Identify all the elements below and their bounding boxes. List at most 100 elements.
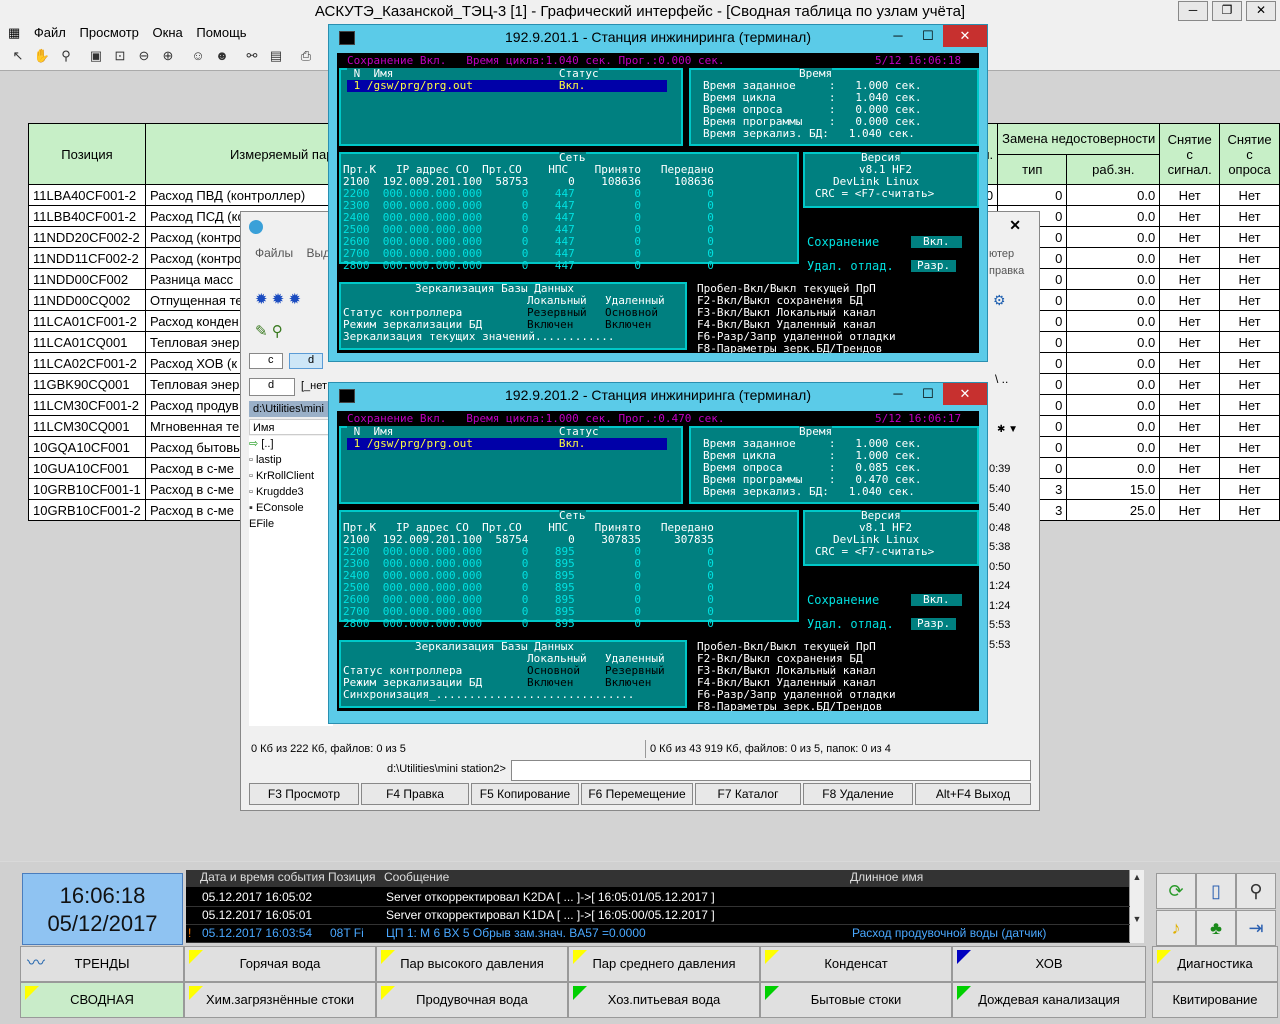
list-item[interactable]: ▪ EConsole (249, 500, 333, 516)
list-item[interactable]: ▫ lastip (249, 452, 333, 468)
calendar-icon[interactable]: ▤ (266, 47, 286, 65)
fm-f6-button[interactable]: F6 Перемещение (581, 783, 693, 805)
logout-icon[interactable]: ⇥ (1236, 910, 1276, 946)
fm-menu-select[interactable]: Выд (306, 246, 330, 260)
zoom-in-icon[interactable]: ⊕ (158, 47, 178, 65)
event-row[interactable]: ! 05.12.2017 16:03:54 08T Fi ЦП 1: M 6 BX 5… (186, 924, 1130, 943)
col-position: Позиция (28, 123, 146, 185)
fm-drive-c[interactable]: c (249, 353, 283, 369)
nav-button[interactable]: ХОВ (952, 946, 1146, 982)
net-row: 2800 000.000.000.000 0 447 0 0 (343, 259, 714, 272)
network-tree-icon[interactable]: ♣ (1196, 910, 1236, 946)
cell-remove-poll: Нет (1219, 499, 1280, 521)
magnifier-icon[interactable]: ⚲ (1236, 873, 1276, 909)
fm-col-name[interactable]: Имя (249, 419, 333, 435)
status-flag-icon (765, 986, 779, 1000)
terminal-close-button[interactable]: ✕ (943, 383, 987, 405)
hand-icon[interactable]: ✋ (32, 47, 52, 65)
fm-f4-button[interactable]: F4 Правка (361, 783, 469, 805)
status-flag-icon (189, 950, 203, 964)
nav-button[interactable]: Пар среднего давления (568, 946, 760, 982)
list-item[interactable]: ▫ Krugdde3 (249, 484, 333, 500)
event-row[interactable]: 05.12.2017 16:05:02 Server откорректирова… (186, 888, 1130, 907)
cell-remove-signal: Нет (1159, 499, 1221, 521)
cell-remove-poll: Нет (1219, 247, 1280, 269)
user-search-icon[interactable]: ☻ (212, 47, 232, 65)
refresh-icon[interactable]: ⟳ (1156, 873, 1196, 909)
cell-workval: 25.0 (1066, 499, 1161, 521)
door-icon[interactable]: ▯ (1196, 873, 1236, 909)
fm-sort-icon[interactable]: ✱ ▼ (997, 424, 1031, 438)
list-item[interactable]: EFile (249, 516, 333, 532)
fm-drive-d[interactable]: d (289, 353, 323, 369)
menu-view[interactable]: Просмотр (80, 23, 149, 40)
bell-icon[interactable]: ♪ (1156, 910, 1196, 946)
fm-f3-button[interactable]: F3 Просмотр (249, 783, 359, 805)
event-row[interactable]: 05.12.2017 16:05:01 Server откорректирова… (186, 906, 1130, 925)
fm-cmd-input[interactable] (511, 760, 1031, 781)
zoom-fit-icon[interactable]: ⊡ (110, 47, 130, 65)
maximize-button[interactable]: ❐ (1212, 1, 1242, 21)
fm-drive-select[interactable]: d (249, 378, 295, 396)
nav-button[interactable]: Хоз.питьевая вода (568, 982, 760, 1018)
print-icon[interactable]: ⎙ (296, 47, 316, 65)
nav-button[interactable]: Диагностика (1152, 946, 1278, 982)
nav-button[interactable]: Пар высокого давления (376, 946, 568, 982)
cell-workval: 0.0 (1066, 205, 1161, 227)
nav-button[interactable]: Бытовые стоки (760, 982, 952, 1018)
file-time: 5:40 (989, 482, 1011, 495)
terminal-maximize-button[interactable]: ☐ (913, 25, 943, 47)
nav-button[interactable]: Горячая вода (184, 946, 376, 982)
fm-network-icon[interactable]: ⚙ (993, 292, 1006, 309)
cell-remove-poll: Нет (1219, 436, 1280, 458)
fm-close-icon[interactable]: ✕ (1009, 217, 1021, 234)
nav-button[interactable]: Дождевая канализация (952, 982, 1146, 1018)
menu-help[interactable]: Помощь (196, 23, 256, 40)
events-scrollbar[interactable]: ▲ ▼ (1129, 870, 1144, 943)
nav-button[interactable]: Хим.загрязнённые стоки (184, 982, 376, 1018)
file-time: 0:39 (989, 463, 1011, 475)
fm-menu-files[interactable]: Файлы (255, 246, 293, 260)
nav-button[interactable]: Квитирование (1152, 982, 1278, 1018)
nav-button[interactable]: СВОДНАЯ (20, 982, 184, 1018)
menu-file[interactable]: Файл (34, 23, 76, 40)
fm-f7-button[interactable]: F7 Каталог (695, 783, 801, 805)
minimize-button[interactable]: ─ (1178, 1, 1208, 21)
terminal-screen[interactable]: Сохранение Вкл. Время цикла:1.040 сек. П… (337, 53, 979, 353)
cell-remove-poll: Нет (1219, 226, 1280, 248)
terminal-screen[interactable]: Сохранение Вкл. Время цикла:1.000 сек. П… (337, 411, 979, 711)
fm-tool-icons-2[interactable]: ✎ ⚲ (255, 322, 283, 340)
fm-f5-button[interactable]: F5 Копирование (471, 783, 579, 805)
users-icon[interactable]: ☺ (188, 47, 208, 65)
col-workval: раб.зн. (1066, 153, 1161, 185)
file-time: 0:48 (989, 521, 1011, 534)
terminal-minimize-button[interactable]: ─ (883, 383, 913, 405)
pointer-icon[interactable]: ↖ (8, 47, 28, 65)
nav-button[interactable]: Конденсат (760, 946, 952, 982)
nav-button[interactable]: Продувочная вода (376, 982, 568, 1018)
close-button[interactable]: ✕ (1246, 1, 1276, 21)
fm-status-right: 0 Кб из 43 919 Кб, файлов: 0 из 5, папок… (645, 740, 891, 758)
fm-menu-computer[interactable]: ютер (989, 246, 1024, 263)
zoom-out-icon[interactable]: ⊖ (134, 47, 154, 65)
list-item[interactable]: ⇨ [..] (249, 436, 333, 452)
fm-tool-icons[interactable]: ✹ ✹ ✹ (255, 290, 301, 308)
fm-menu-edit[interactable]: правка (989, 263, 1024, 280)
nav-button-label: Горячая вода (239, 956, 321, 971)
file-name: Krugdde3 (255, 486, 304, 498)
zoom-icon[interactable]: ⚲ (56, 47, 76, 65)
fm-f8-button[interactable]: F8 Удаление (803, 783, 913, 805)
file-name: [..] (261, 438, 274, 450)
terminal-minimize-button[interactable]: ─ (883, 25, 913, 47)
nav-button[interactable]: 〰 ТРЕНДЫ (20, 946, 184, 982)
terminal-maximize-button[interactable]: ☐ (913, 383, 943, 405)
clock-time: 16:06:18 (59, 883, 146, 908)
binoculars-icon[interactable]: ⚯ (242, 47, 262, 65)
zoom-1to1-icon[interactable]: ▣ (86, 47, 106, 65)
menu-windows[interactable]: Окна (153, 23, 193, 40)
list-item[interactable]: ▫ KrRollClient (249, 468, 333, 484)
cell-position: 10GUA10CF001 (28, 457, 146, 479)
fm-exit-button[interactable]: Alt+F4 Выход (915, 783, 1031, 805)
fm-root-button[interactable]: \ .. (995, 372, 1021, 390)
terminal-close-button[interactable]: ✕ (943, 25, 987, 47)
